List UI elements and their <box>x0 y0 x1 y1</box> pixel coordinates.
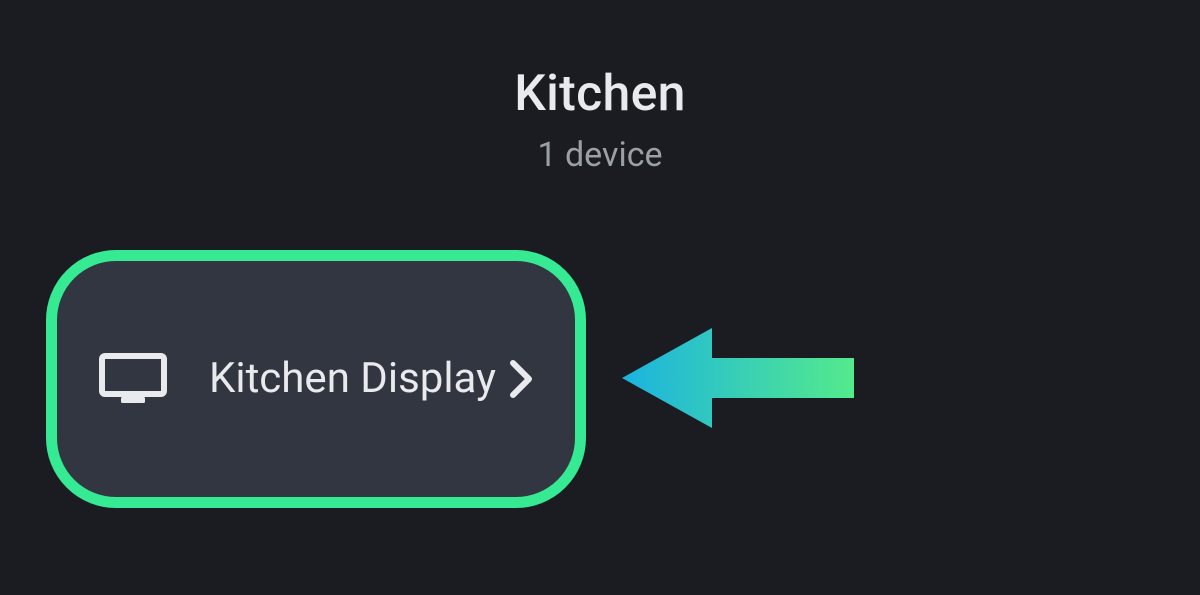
pointer-arrow-annotation <box>622 328 854 428</box>
room-header: Kitchen 1 device <box>0 0 1200 175</box>
device-name-label: Kitchen Display <box>209 353 507 406</box>
chevron-right-icon <box>507 357 535 401</box>
room-title: Kitchen <box>0 65 1200 123</box>
device-count: 1 device <box>0 135 1200 175</box>
display-icon <box>99 353 167 405</box>
device-card-kitchen-display[interactable]: Kitchen Display <box>46 250 586 508</box>
